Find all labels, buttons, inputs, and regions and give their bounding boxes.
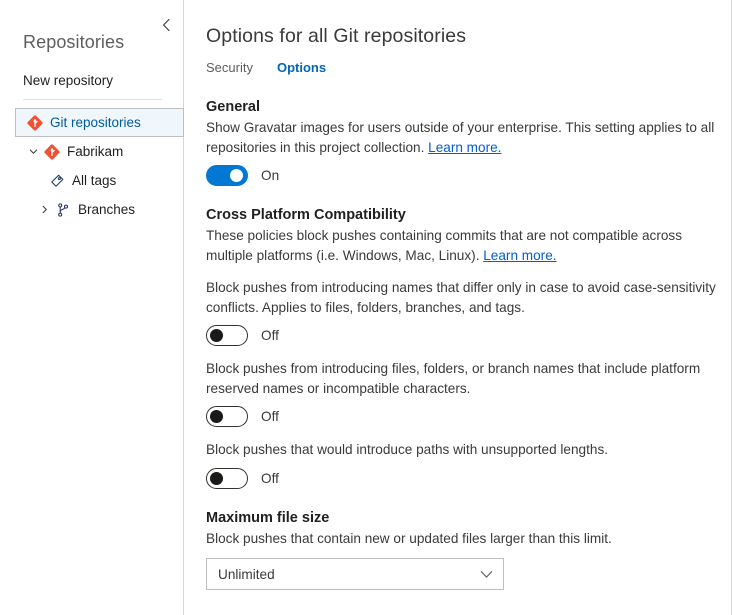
policy-description: Block pushes from introducing names that… (206, 278, 731, 317)
sidebar-item-all-tags[interactable]: All tags (0, 166, 183, 195)
toggle-knob (210, 329, 223, 342)
toggle-knob (210, 410, 223, 423)
git-repository-icon (43, 143, 60, 160)
sidebar-item-label: Fabrikam (67, 144, 123, 159)
policy-path-length: Block pushes that would introduce paths … (206, 440, 731, 489)
page-title: Options for all Git repositories (184, 0, 731, 48)
policy-reserved-names: Block pushes from introducing files, fol… (206, 359, 731, 427)
policy-description: Block pushes from introducing files, fol… (206, 359, 731, 398)
tab-security[interactable]: Security (206, 60, 253, 78)
section-heading-general: General (206, 99, 731, 115)
app-root: Repositories New repository Git reposito… (0, 0, 732, 615)
path-length-toggle[interactable] (206, 468, 248, 489)
tab-bar: Security Options (184, 48, 731, 78)
sidebar-item-label: Branches (78, 202, 135, 217)
max-file-size-description: Block pushes that contain new or updated… (206, 529, 728, 549)
sidebar-item-fabrikam[interactable]: Fabrikam (0, 137, 183, 166)
collapse-sidebar-button[interactable] (157, 16, 175, 34)
chevron-down-icon (480, 570, 493, 579)
sidebar-title: Repositories (0, 0, 183, 53)
main-panel: Options for all Git repositories Securit… (184, 0, 732, 615)
sidebar-divider (23, 99, 162, 100)
policy-toggle-row: Off (206, 468, 731, 489)
toggle-knob (210, 472, 223, 485)
gravatar-toggle-state: On (261, 168, 279, 183)
policy-description: Block pushes that would introduce paths … (206, 440, 731, 460)
general-learn-more-link[interactable]: Learn more. (428, 140, 501, 155)
chevron-down-icon[interactable] (27, 147, 40, 156)
sidebar: Repositories New repository Git reposito… (0, 0, 184, 615)
policy-toggle-row: Off (206, 406, 731, 427)
policy-toggle-row: Off (206, 325, 731, 346)
general-description: Show Gravatar images for users outside o… (206, 118, 728, 157)
gravatar-toggle[interactable] (206, 165, 248, 186)
chevron-right-icon[interactable] (38, 205, 51, 214)
case-sensitivity-toggle-state: Off (261, 328, 279, 343)
cross-platform-learn-more-link[interactable]: Learn more. (483, 248, 556, 263)
options-content: General Show Gravatar images for users o… (184, 99, 731, 590)
cross-platform-description-text: These policies block pushes containing c… (206, 228, 682, 263)
section-heading-cross-platform: Cross Platform Compatibility (206, 207, 731, 223)
toggle-knob (230, 169, 243, 182)
path-length-toggle-state: Off (261, 471, 279, 486)
policy-case-sensitivity: Block pushes from introducing names that… (206, 278, 731, 346)
git-repository-icon (26, 114, 43, 131)
branch-icon (54, 201, 71, 218)
reserved-names-toggle-state: Off (261, 409, 279, 424)
max-file-size-dropdown[interactable]: Unlimited (206, 558, 504, 590)
tag-icon (48, 172, 65, 189)
section-heading-max-file-size: Maximum file size (206, 510, 731, 526)
new-repository-button[interactable]: New repository (0, 53, 183, 88)
sidebar-item-label: Git repositories (50, 115, 141, 130)
max-file-size-value: Unlimited (218, 567, 275, 582)
tab-options[interactable]: Options (277, 60, 326, 78)
chevron-left-icon (162, 18, 171, 32)
sidebar-item-branches[interactable]: Branches (0, 195, 183, 224)
gravatar-toggle-row: On (206, 165, 731, 186)
sidebar-item-label: All tags (72, 173, 116, 188)
reserved-names-toggle[interactable] (206, 406, 248, 427)
sidebar-item-git-repositories[interactable]: Git repositories (15, 108, 184, 137)
cross-platform-description: These policies block pushes containing c… (206, 226, 731, 265)
repository-tree: Git repositories Fabrikam (0, 108, 183, 224)
case-sensitivity-toggle[interactable] (206, 325, 248, 346)
